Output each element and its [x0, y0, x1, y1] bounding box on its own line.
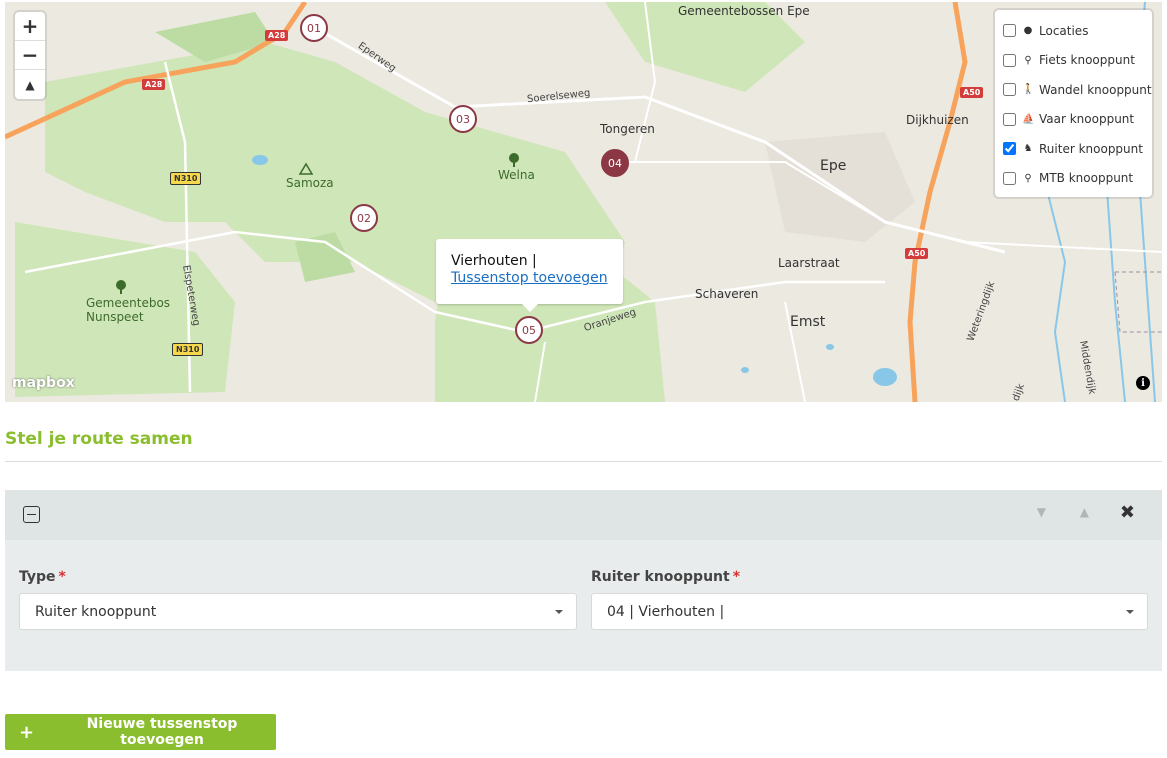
place-label: Emst [790, 314, 826, 330]
node-select-value: 04 | Vierhouten | [607, 603, 725, 620]
compass-button[interactable]: ▲ [15, 70, 45, 99]
required-mark: * [58, 569, 66, 585]
road-shield: N310 [172, 343, 204, 356]
place-label: Samoza [286, 176, 334, 190]
type-select-value: Ruiter knooppunt [35, 603, 157, 620]
place-label: Gemeentebos Nunspeet [86, 296, 171, 324]
road-shield: A28 [142, 79, 166, 90]
layer-checkbox[interactable] [1003, 112, 1016, 126]
layer-label: MTB knooppunt [1039, 171, 1134, 186]
road-shield: A50 [905, 248, 929, 259]
chevron-down-icon [555, 610, 563, 614]
layer-label: Fiets knooppunt [1039, 53, 1135, 68]
zoom-in-button[interactable]: + [15, 12, 45, 41]
stop-header: ▼ ▲ ✖ [5, 490, 1162, 540]
chevron-down-icon [1126, 610, 1134, 614]
layer-checkbox[interactable] [1003, 53, 1016, 67]
stop-body: Type * Ruiter knooppunt Ruiter knooppunt *… [5, 540, 1162, 671]
info-icon[interactable]: i [1136, 376, 1150, 390]
layer-row-fiets[interactable]: ⚲ Fiets knooppunt [1003, 46, 1152, 76]
layer-row-locaties[interactable]: ● Locaties [1003, 16, 1152, 46]
move-down-icon[interactable]: ▼ [1037, 505, 1046, 519]
mapbox-logo[interactable]: mapbox [12, 375, 75, 391]
minus-icon [27, 513, 36, 516]
popup-title: Vierhouten | [451, 253, 537, 269]
add-stop-button[interactable]: + Nieuwe tussenstop toevoegen [5, 714, 276, 750]
layer-label: Wandel knooppunt [1039, 82, 1152, 97]
road-shield: A28 [265, 30, 289, 41]
node-marker-01[interactable]: 01 [300, 14, 328, 42]
map-base [5, 2, 1162, 402]
place-label: Schaveren [695, 287, 759, 301]
popup-tip [522, 304, 538, 312]
node-label: Ruiter knooppunt * [591, 569, 740, 585]
place-label: Gemeentebossen Epe [678, 4, 810, 18]
layer-checkbox[interactable] [1003, 171, 1016, 185]
pin-icon: ● [1023, 25, 1033, 37]
map-popup: Vierhouten | Tussenstop toevoegen [436, 239, 623, 312]
add-stop-button-label: Nieuwe tussenstop toevoegen [86, 716, 238, 748]
layer-label: Vaar knooppunt [1039, 112, 1135, 127]
move-up-icon[interactable]: ▲ [1080, 505, 1089, 519]
place-label: Epe [820, 158, 847, 174]
type-select[interactable]: Ruiter knooppunt [19, 593, 577, 630]
zoom-out-button[interactable]: − [15, 41, 45, 70]
node-marker-04[interactable]: 04 [601, 149, 629, 177]
add-stop-link[interactable]: Tussenstop toevoegen [451, 270, 608, 286]
place-label: Tongeren [600, 122, 655, 136]
node-marker-05[interactable]: 05 [515, 316, 543, 344]
boat-icon: ⛵ [1022, 113, 1035, 125]
node-marker-02[interactable]: 02 [350, 204, 378, 232]
layer-label: Locaties [1039, 23, 1089, 38]
divider [5, 461, 1162, 462]
node-marker-03[interactable]: 03 [449, 105, 477, 133]
zoom-control: + − ▲ [15, 12, 45, 99]
road-shield: N310 [170, 172, 202, 185]
place-label: Dijkhuizen [906, 113, 969, 127]
layer-checkbox[interactable] [1003, 24, 1016, 38]
node-select[interactable]: 04 | Vierhouten | [591, 593, 1148, 630]
layer-row-ruiter[interactable]: ♞ Ruiter knooppunt [1003, 134, 1152, 164]
required-mark: * [732, 569, 741, 585]
mtb-icon: ⚲ [1024, 172, 1032, 184]
plus-icon: + [19, 721, 35, 743]
layer-row-wandel[interactable]: 🚶 Wandel knooppunt [1003, 75, 1152, 105]
layer-row-mtb[interactable]: ⚲ MTB knooppunt [1003, 164, 1152, 194]
close-icon[interactable]: ✖ [1120, 502, 1135, 523]
layer-row-vaar[interactable]: ⛵ Vaar knooppunt [1003, 105, 1152, 135]
horse-icon: ♞ [1023, 143, 1033, 155]
bike-icon: ⚲ [1024, 54, 1032, 66]
type-label-text: Type [19, 569, 56, 585]
place-label: Laarstraat [778, 256, 840, 270]
place-label: Welna [498, 168, 535, 182]
road-shield: A50 [960, 87, 984, 98]
node-label-text: Ruiter knooppunt [591, 569, 730, 585]
type-label: Type * [19, 569, 66, 585]
layer-checkbox[interactable] [1003, 142, 1016, 156]
section-title: Stel je route samen [5, 429, 193, 449]
layer-panel: ● Locaties ⚲ Fiets knooppunt 🚶 Wandel kn… [995, 10, 1152, 197]
layer-label: Ruiter knooppunt [1039, 141, 1143, 156]
layer-checkbox[interactable] [1003, 83, 1016, 97]
collapse-button[interactable] [23, 506, 40, 523]
map[interactable]: Gemeentebossen Epe Tongeren Dijkhuizen E… [5, 2, 1162, 402]
walk-icon: 🚶 [1022, 84, 1035, 96]
